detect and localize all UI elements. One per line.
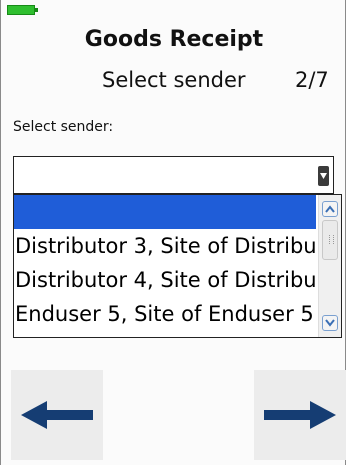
arrow-left-icon	[21, 401, 93, 429]
page-title: Goods Receipt	[84, 27, 264, 52]
list-item[interactable]	[14, 195, 316, 229]
back-button[interactable]	[11, 370, 103, 460]
sender-dropdown-list[interactable]: Distributor 3, Site of Distributor 3 Dis…	[13, 194, 342, 338]
scrollbar-thumb[interactable]	[322, 220, 338, 260]
dropdown-toggle-button[interactable]	[318, 166, 329, 186]
chevron-down-icon	[320, 173, 327, 179]
screen: Goods Receipt Select sender 2/7 Select s…	[0, 0, 346, 465]
arrow-right-icon	[264, 401, 336, 429]
chevron-up-icon	[325, 205, 335, 213]
list-item[interactable]: Enduser 5, Site of Enduser 5	[14, 297, 316, 331]
sender-label: Select sender:	[13, 119, 114, 135]
scroll-down-button[interactable]	[322, 315, 338, 331]
list-scrollbar[interactable]	[318, 195, 341, 337]
list-item[interactable]: Distributor 3, Site of Distributor 3	[14, 229, 316, 263]
chevron-down-icon	[325, 319, 335, 327]
battery-icon	[7, 5, 38, 15]
step-indicator: 2/7	[295, 68, 329, 92]
list-item[interactable]: Distributor 4, Site of Distributor 4	[14, 263, 316, 297]
scroll-up-button[interactable]	[322, 201, 338, 217]
next-button[interactable]	[254, 370, 346, 460]
page-subtitle: Select sender	[102, 68, 246, 92]
sender-combobox[interactable]	[13, 156, 334, 194]
